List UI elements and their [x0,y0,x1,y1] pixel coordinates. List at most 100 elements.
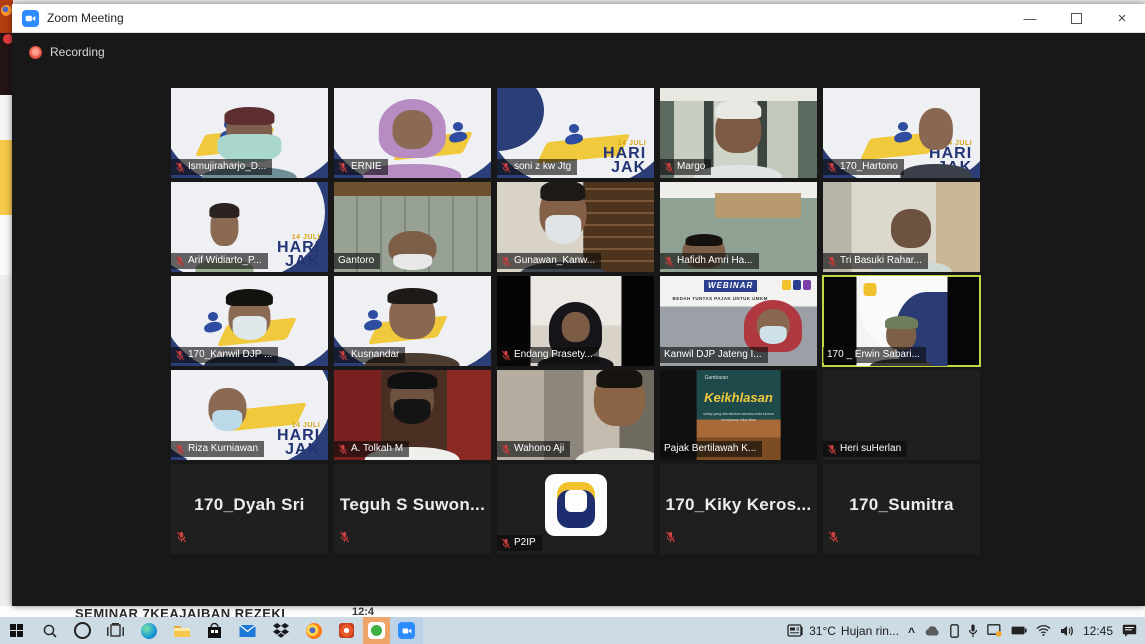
virtual-background-text: 14 JULI HARI JAK [277,422,320,457]
dropbox-button[interactable] [264,617,297,644]
your-phone-icon[interactable] [950,624,959,638]
participant-name: Pajak Bertilawah K... [664,443,756,455]
participant-name-centered: 170_Sumitra [823,464,980,546]
edge-icon [141,623,157,639]
name-label: 170 _ Erwin Sabari... [823,347,926,363]
person-figure [373,231,452,272]
tray-chevron-up-icon[interactable]: ^ [908,625,915,639]
participant-tile[interactable]: Gambaran Keikhlasan setiap yang kita lak… [660,370,817,460]
close-button[interactable]: × [1099,4,1145,32]
participant-tile[interactable]: ERNIE [334,88,491,178]
file-explorer-button[interactable] [165,617,198,644]
person-figure [579,372,654,460]
participant-tile[interactable]: 170_Dyah Sri [171,464,328,554]
participant-tile[interactable]: 14 JULI HARI JAK 170_Hartono [823,88,980,178]
participant-tile[interactable]: Gantoro [334,182,491,272]
weather-news-icon [787,624,804,638]
muted-mic-icon [828,530,839,548]
cortana-button[interactable] [66,617,99,644]
name-label: Pajak Bertilawah K... [660,441,762,457]
participant-name: Wahono Aji [514,443,564,455]
windows-taskbar: 31°C Hujan rin... ^ 12:45 [0,617,1145,644]
office-button[interactable] [330,617,363,644]
minimize-button[interactable]: — [1007,4,1053,32]
muted-mic-icon [501,444,511,455]
participant-tile[interactable]: Ismujiraharjo_D... [171,88,328,178]
muted-mic-icon [827,162,837,173]
participant-tile[interactable]: Gunawan_Kanw... [497,182,654,272]
zoom-app-button[interactable] [390,617,423,644]
participant-name: A. Tolkah M [351,443,403,455]
wifi-icon[interactable] [1036,625,1051,636]
search-button[interactable] [33,617,66,644]
onedrive-cloud-icon[interactable] [924,625,941,637]
mail-button[interactable] [231,617,264,644]
participant-tile[interactable]: 170_Kanwil DJP ... [171,276,328,366]
task-view-button[interactable] [99,617,132,644]
participant-tile[interactable]: Teguh S Suwon... [334,464,491,554]
mail-icon [239,624,256,638]
participant-tile[interactable]: Margo [660,88,817,178]
name-label: soni z kw Jtg [497,159,577,175]
start-button[interactable] [0,617,33,644]
participant-name: Endang Prasety... [514,349,593,361]
participant-name: Ismujiraharjo_D... [188,161,266,173]
speaker-icon[interactable] [1060,625,1074,637]
firefox-button[interactable] [297,617,330,644]
name-label: Riza Kurniawan [171,441,264,457]
participant-tile[interactable]: P2IP [497,464,654,554]
muted-mic-icon [176,530,187,548]
poster-title: Keikhlasan [696,390,781,405]
muted-mic-icon [338,350,348,361]
participant-tile[interactable]: 14 JULI HARI JAK Arif Widiarto_P... [171,182,328,272]
microphone-icon[interactable] [968,624,978,638]
person-body [900,164,971,178]
edge-button[interactable] [132,617,165,644]
store-button[interactable] [198,617,231,644]
office-icon [339,623,354,638]
maximize-icon [1071,13,1082,24]
participant-tile[interactable]: 170_Sumitra [823,464,980,554]
participant-tile-active-speaker[interactable]: 170 _ Erwin Sabari... [823,276,980,366]
participant-tile[interactable]: WEBINAR BEDAH TUNTAS PAJAK UNTUK UMKM Ka… [660,276,817,366]
recorder-app-button-active[interactable] [363,617,390,644]
participant-tile[interactable]: A. Tolkah M [334,370,491,460]
muted-mic-icon [175,256,185,267]
background-browser-strip[interactable]: SEMINAR 7KEAJAIBAN REZEKI 12:4 [0,606,1145,617]
participant-tile[interactable]: 170_Kiky Keros... [660,464,817,554]
face-mask [393,254,432,271]
maximize-button[interactable] [1053,4,1099,32]
recording-indicator[interactable]: Recording [29,45,105,59]
zoom-meeting-window: Zoom Meeting — × Recording [12,4,1145,606]
muted-mic-icon [338,444,348,455]
person-hair [209,203,239,217]
firefox-icon [1,5,12,16]
person-hair [388,372,437,389]
weather-widget[interactable]: 31°C Hujan rin... [787,624,899,638]
face-mask [212,410,242,432]
participant-tile[interactable]: Endang Prasety... [497,276,654,366]
person-head [561,312,589,342]
participant-name: ERNIE [351,161,382,173]
muted-mic-icon [827,444,837,455]
participant-tile[interactable]: Kusnandar [334,276,491,366]
window-titlebar[interactable]: Zoom Meeting — × [12,4,1145,33]
participant-tile[interactable]: 14 JULI HARI JAK Riza Kurniawan [171,370,328,460]
display-notification-icon[interactable] [987,624,1002,637]
muted-mic-icon [664,162,674,173]
name-label: ERNIE [334,159,388,175]
participant-name: 170_Kanwil DJP ... [188,349,272,361]
face-mask [759,326,786,344]
recording-dot-icon [29,46,42,59]
participant-tile[interactable]: Wahono Aji [497,370,654,460]
participant-tile[interactable]: 14 JULI HARI JAK soni z kw Jtg [497,88,654,178]
participant-tile[interactable]: Hafidh Amri Ha... [660,182,817,272]
participant-name: Arif Widiarto_P... [188,255,262,267]
participant-tile[interactable]: Heri suHerlan [823,370,980,460]
action-center-icon[interactable] [1122,624,1137,637]
clock[interactable]: 12:45 [1083,624,1113,638]
background-video-time: 12:4 [352,606,374,617]
battery-icon[interactable] [1011,626,1027,635]
participant-tile[interactable]: Tri Basuki Rahar... [823,182,980,272]
background-video-title: SEMINAR 7KEAJAIBAN REZEKI [75,606,285,617]
